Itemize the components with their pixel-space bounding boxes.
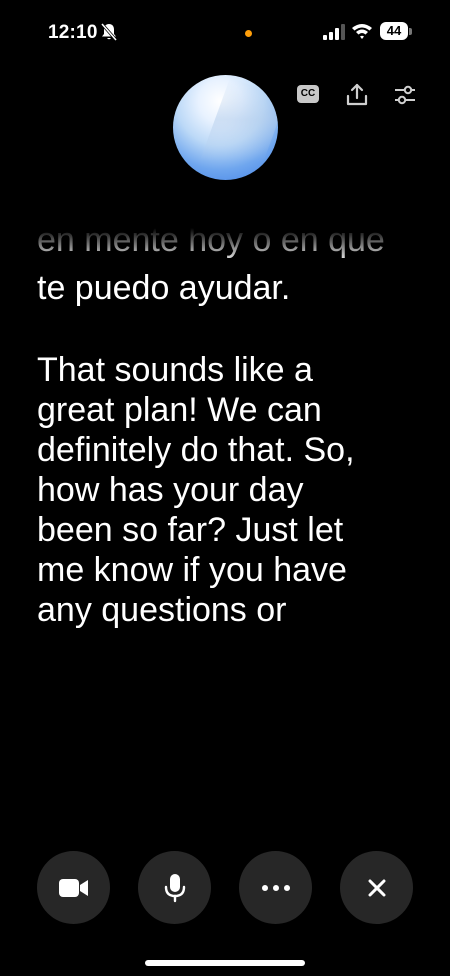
closed-captions-icon[interactable]: CC — [297, 82, 323, 108]
transcript: en mente hoy o en que te puedo ayudar. T… — [37, 220, 427, 690]
home-indicator[interactable] — [145, 960, 305, 966]
battery-icon: 44 — [380, 22, 412, 42]
reply-line: definitely do that. So, — [37, 431, 355, 469]
more-icon — [261, 884, 290, 891]
reply-line: That sounds like a — [37, 351, 313, 389]
cc-label: CC — [297, 85, 319, 103]
settings-sliders-icon[interactable] — [392, 82, 418, 108]
signal-icon — [323, 24, 345, 40]
video-button[interactable] — [37, 851, 110, 924]
privacy-indicator-dot — [245, 30, 252, 37]
reply-line: how has your day — [37, 471, 304, 509]
transcript-faded-line: en mente hoy o en que — [37, 221, 385, 259]
reply-line: any questions or — [37, 591, 287, 629]
transcript-line: te puedo ayudar. — [37, 269, 291, 307]
reply-line: me know if you have — [37, 551, 347, 589]
status-time: 12:10 — [48, 22, 98, 43]
microphone-icon — [164, 873, 185, 902]
battery-level: 44 — [380, 22, 408, 40]
assistant-orb — [173, 75, 278, 180]
wifi-icon — [352, 24, 372, 39]
close-icon — [368, 879, 385, 896]
microphone-button[interactable] — [138, 851, 211, 924]
share-icon[interactable] — [344, 82, 370, 108]
reply-line: great plan! We can — [37, 391, 322, 429]
bell-slash-icon — [100, 23, 118, 41]
reply-line: been so far? Just let — [37, 511, 344, 549]
end-session-button[interactable] — [340, 851, 413, 924]
voice-chat-screen: 12:10 44 CC en mente hoy o en que te pue… — [0, 0, 450, 976]
assistant-reply: That sounds like a great plan! We can de… — [37, 350, 355, 630]
more-options-button[interactable] — [239, 851, 312, 924]
video-camera-icon — [58, 878, 88, 897]
status-bar: 12:10 44 — [0, 0, 450, 64]
